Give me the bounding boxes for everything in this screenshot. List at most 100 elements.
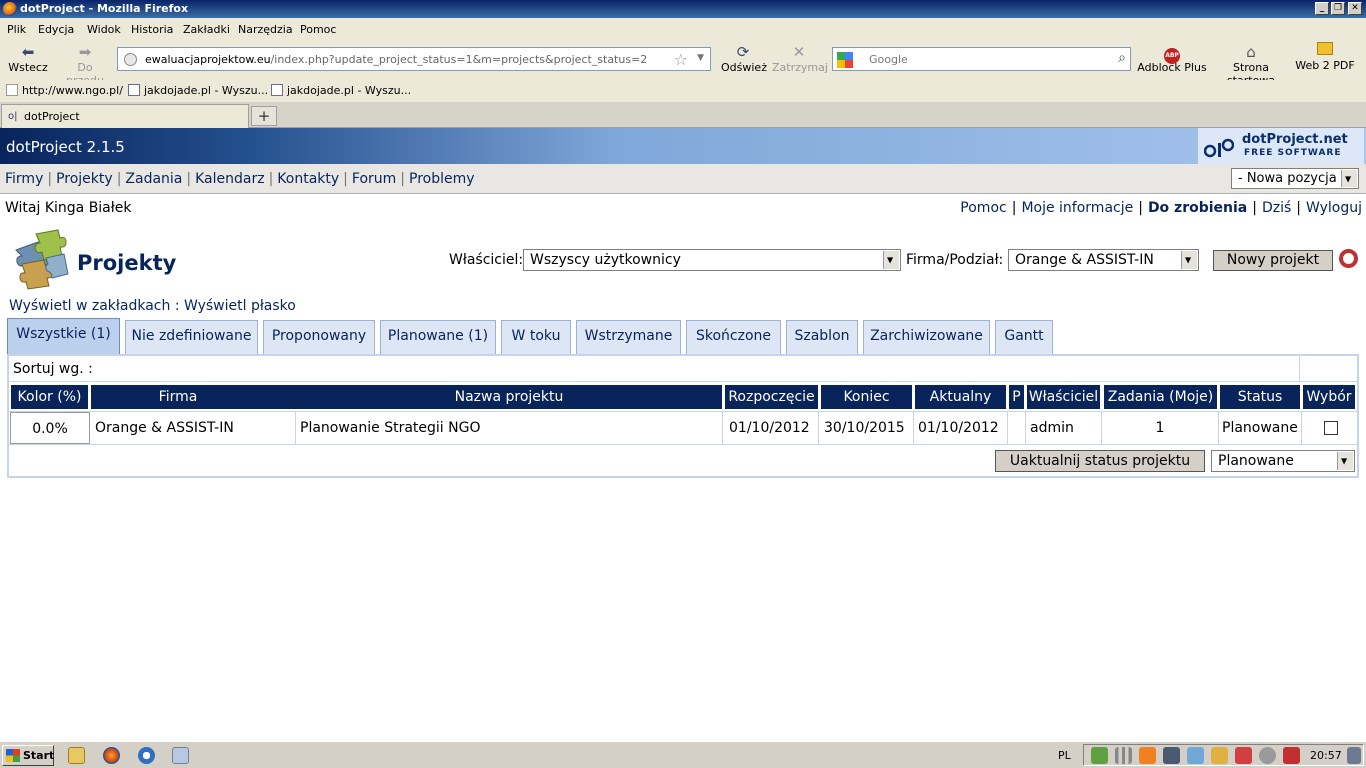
monitor-icon[interactable] xyxy=(1163,747,1180,764)
tray-app-icon[interactable] xyxy=(1139,747,1156,764)
bookmark-star-icon[interactable]: ☆ xyxy=(674,50,688,69)
nav-zadania[interactable]: Zadania xyxy=(125,171,182,187)
help-lifebuoy-icon[interactable] xyxy=(1339,249,1358,268)
status-select[interactable]: Planowane xyxy=(1211,450,1355,472)
tray-security-icon[interactable] xyxy=(1283,747,1300,764)
google-icon[interactable] xyxy=(837,52,853,68)
restore-button[interactable]: ❐ xyxy=(1331,2,1345,15)
url-history-dropdown-icon[interactable]: ▼ xyxy=(697,53,704,63)
col-header-company[interactable]: Firma xyxy=(91,385,265,409)
owner-value: Wszyscy użytkownicy xyxy=(530,252,681,268)
nav-kalendarz[interactable]: Kalendarz xyxy=(195,171,264,187)
tab-archived[interactable]: Zarchiwizowane xyxy=(863,320,990,354)
speaker-icon[interactable] xyxy=(1259,747,1276,764)
start-button[interactable]: Start xyxy=(2,745,54,766)
tray-alert-icon[interactable] xyxy=(1235,747,1252,764)
chevron-down-icon[interactable] xyxy=(1341,170,1357,187)
bookmark-item[interactable]: jakdojade.pl - Wyszu... xyxy=(128,84,268,97)
chevron-down-icon[interactable] xyxy=(883,251,899,269)
tab-proposed[interactable]: Proponowany xyxy=(263,320,375,354)
minimize-button[interactable]: _ xyxy=(1315,2,1329,15)
search-box[interactable]: Google ⌕ xyxy=(832,47,1131,71)
chevron-down-icon[interactable] xyxy=(1181,251,1197,269)
tray-tools-icon[interactable] xyxy=(1211,747,1228,764)
browser-tab[interactable]: o| dotProject xyxy=(1,104,249,128)
menu-file[interactable]: Plik xyxy=(7,23,26,36)
view-flat-link[interactable]: Wyświetl płasko xyxy=(184,298,296,314)
tab-gantt[interactable]: Gantt xyxy=(995,320,1053,354)
reload-icon: ⟳ xyxy=(736,43,750,61)
logout-link[interactable]: Wyloguj xyxy=(1306,200,1362,216)
show-desktop-icon[interactable] xyxy=(1347,747,1361,764)
back-label: Wstecz xyxy=(8,61,48,74)
tab-planned[interactable]: Planowane (1) xyxy=(380,320,496,354)
dotproject-logo[interactable]: dotProject.net FREE SOFTWARE xyxy=(1198,128,1364,164)
reload-button[interactable]: ⟳ Odśwież xyxy=(721,43,767,74)
language-indicator[interactable]: PL xyxy=(1058,749,1071,762)
my-info-link[interactable]: Moje informacje xyxy=(1021,200,1133,216)
menu-bookmarks[interactable]: Zakładki xyxy=(183,23,230,36)
col-header-project-name[interactable]: Nazwa projektu xyxy=(296,385,722,409)
todo-link[interactable]: Do zrobienia xyxy=(1148,200,1247,216)
view-separator: : xyxy=(174,298,180,314)
web2pdf-button[interactable]: Web 2 PDF xyxy=(1295,41,1355,72)
search-icon[interactable]: ⌕ xyxy=(1118,50,1126,66)
tray-network-icon[interactable] xyxy=(1091,747,1108,764)
search-placeholder: Google xyxy=(869,53,908,66)
today-link[interactable]: Dziś xyxy=(1262,200,1291,216)
tab-undefined[interactable]: Nie zdefiniowane xyxy=(125,320,258,354)
tab-in-progress[interactable]: W toku xyxy=(501,320,571,354)
menu-edit[interactable]: Edycja xyxy=(38,23,74,36)
menu-tools[interactable]: Narzędzia xyxy=(238,23,293,36)
nav-projekty[interactable]: Projekty xyxy=(56,171,113,187)
help-link[interactable]: Pomoc xyxy=(960,200,1006,216)
window-title: dotProject - Mozilla Firefox xyxy=(20,2,189,15)
col-header-actual[interactable]: Aktualny xyxy=(915,385,1006,409)
cell-company[interactable]: Orange & ASSIST-IN xyxy=(91,412,296,444)
bookmark-item[interactable]: http://www.ngo.pl/ xyxy=(6,84,123,97)
menu-view[interactable]: Widok xyxy=(87,23,121,36)
chevron-down-icon[interactable] xyxy=(1337,452,1353,470)
col-header-priority[interactable]: P xyxy=(1009,385,1024,409)
page-icon xyxy=(6,84,18,96)
stop-button[interactable]: ✕ Zatrzymaj xyxy=(772,43,828,74)
adblock-button[interactable]: ABP Adblock Plus xyxy=(1137,43,1207,74)
nav-problemy[interactable]: Problemy xyxy=(409,171,475,187)
tab-template[interactable]: Szablon xyxy=(786,320,858,354)
col-header-end[interactable]: Koniec xyxy=(821,385,912,409)
tab-on-hold[interactable]: Wstrzymane xyxy=(576,320,681,354)
new-project-button[interactable]: Nowy projekt xyxy=(1213,250,1333,271)
cell-project-name[interactable]: Planowanie Strategii NGO xyxy=(296,412,723,444)
new-tab-button[interactable]: + xyxy=(251,106,277,126)
url-text[interactable]: ewaluacjaprojektow.eu/index.php?update_p… xyxy=(145,53,647,66)
menu-help[interactable]: Pomoc xyxy=(300,23,336,36)
nav-kontakty[interactable]: Kontakty xyxy=(277,171,339,187)
close-button[interactable]: ✕ xyxy=(1348,2,1362,15)
tray-sync-icon[interactable] xyxy=(1187,747,1204,764)
url-bar[interactable]: ewaluacjaprojektow.eu/index.php?update_p… xyxy=(117,47,711,71)
company-select[interactable]: Orange & ASSIST-IN xyxy=(1008,249,1199,271)
firefox-taskbar-icon[interactable] xyxy=(103,747,120,764)
tab-complete[interactable]: Skończone xyxy=(686,320,781,354)
nav-firmy[interactable]: Firmy xyxy=(5,171,43,187)
bookmark-item[interactable]: jakdojade.pl - Wyszu... xyxy=(271,84,411,97)
col-header-color[interactable]: Kolor (%) xyxy=(11,385,88,409)
back-button[interactable]: ⬅ Wstecz xyxy=(8,43,48,74)
tab-all[interactable]: Wszystkie (1) xyxy=(7,318,120,356)
cell-owner: admin xyxy=(1026,412,1102,444)
browser-taskbar-icon[interactable] xyxy=(138,747,155,764)
col-header-start[interactable]: Rozpoczęcie xyxy=(725,385,818,409)
view-tabs-link[interactable]: Wyświetl w zakładkach xyxy=(9,298,170,314)
signal-icon[interactable] xyxy=(1115,747,1132,764)
row-select-checkbox[interactable] xyxy=(1324,421,1338,435)
owner-select[interactable]: Wszyscy użytkownicy xyxy=(523,249,901,271)
app-taskbar-icon[interactable] xyxy=(172,747,189,764)
update-status-button[interactable]: Uaktualnij status projektu xyxy=(995,450,1205,472)
menu-history[interactable]: Historia xyxy=(131,23,173,36)
explorer-icon[interactable] xyxy=(68,747,85,764)
nav-forum[interactable]: Forum xyxy=(352,171,396,187)
col-header-tasks[interactable]: Zadania (Moje) xyxy=(1104,385,1217,409)
new-item-select[interactable]: - Nowa pozycja - xyxy=(1231,168,1359,189)
col-header-owner[interactable]: Właściciel xyxy=(1027,385,1100,409)
col-header-status[interactable]: Status xyxy=(1220,385,1300,409)
